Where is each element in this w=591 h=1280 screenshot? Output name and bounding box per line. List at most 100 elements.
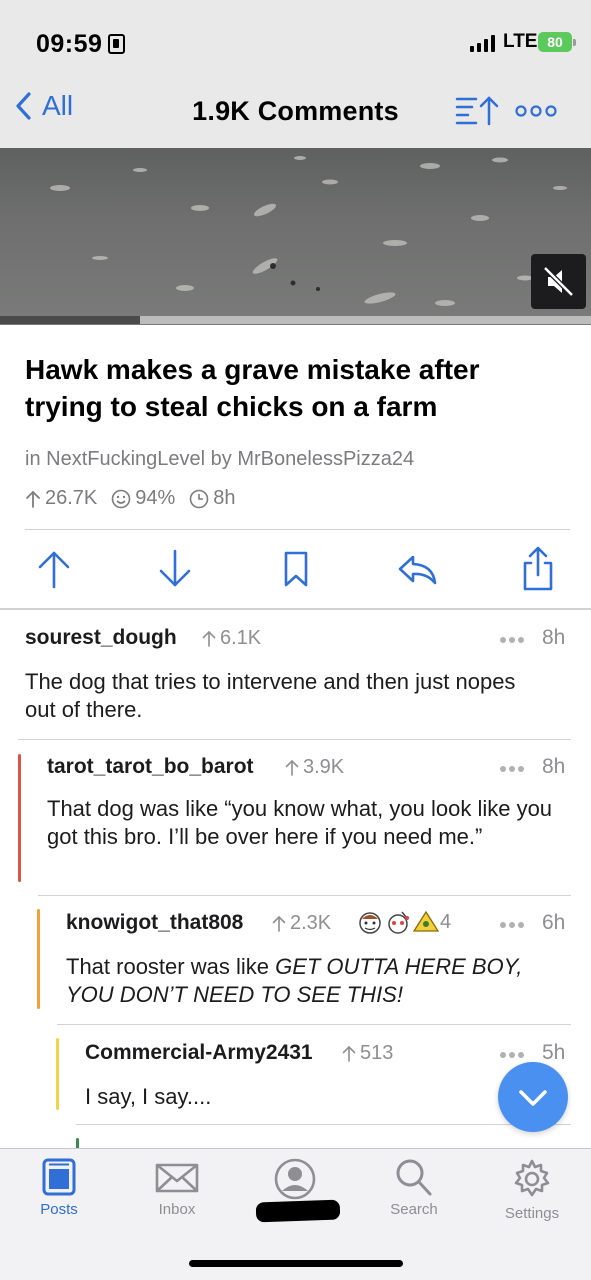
reply-button[interactable] bbox=[395, 545, 439, 593]
post-age: 8h bbox=[189, 487, 236, 510]
arrow-up-icon bbox=[202, 630, 216, 647]
video-progress-bar[interactable] bbox=[0, 316, 591, 324]
award-count: 4 bbox=[440, 910, 452, 933]
comment-body: I say, I say.... bbox=[85, 1084, 212, 1109]
comment-body-prefix: That rooster was like bbox=[66, 954, 276, 979]
post-ratio: 94% bbox=[111, 487, 175, 510]
thread-depth-bar bbox=[37, 909, 40, 1009]
comment[interactable]: tarot_tarot_bo_barot 3.9K 8h That dog wa… bbox=[47, 755, 571, 885]
comment-header: sourest_dough 6.1K 8h bbox=[25, 626, 571, 656]
comment-body: That dog was like “you know what, you lo… bbox=[47, 796, 553, 849]
smiley-icon bbox=[111, 489, 131, 508]
share-button[interactable] bbox=[516, 545, 560, 593]
video-player[interactable] bbox=[0, 148, 591, 325]
meta-by-label: by bbox=[210, 448, 232, 470]
tab-posts-label: Posts bbox=[40, 1201, 78, 1218]
comment-time: 6h bbox=[542, 911, 566, 934]
redaction-mark bbox=[255, 1199, 341, 1223]
arrow-up-icon bbox=[342, 1045, 356, 1062]
subreddit-link[interactable]: NextFuckingLevel bbox=[46, 448, 205, 470]
tab-profile[interactable] bbox=[245, 1157, 345, 1205]
awards[interactable]: 4 bbox=[356, 909, 451, 935]
gear-icon bbox=[514, 1159, 550, 1197]
tab-inbox[interactable]: Inbox bbox=[127, 1157, 227, 1218]
comment[interactable]: knowigot_that808 2.3K 4 6h That rooster … bbox=[66, 911, 571, 1011]
more-options-icon[interactable] bbox=[515, 104, 557, 118]
award-icon bbox=[388, 911, 409, 934]
post-ratio-value: 94% bbox=[135, 487, 176, 509]
battery-level: 80 bbox=[547, 34, 563, 50]
post-age-value: 8h bbox=[213, 487, 236, 509]
comment-author[interactable]: tarot_tarot_bo_barot bbox=[47, 755, 254, 779]
comment-more-icon[interactable] bbox=[499, 765, 525, 773]
downvote-button[interactable] bbox=[153, 545, 197, 593]
tab-inbox-label: Inbox bbox=[158, 1201, 196, 1218]
status-time: 09:59 bbox=[36, 30, 126, 59]
comment-more-icon[interactable] bbox=[499, 1051, 525, 1059]
tab-search[interactable]: Search bbox=[364, 1157, 464, 1218]
comment-divider bbox=[76, 1124, 571, 1125]
comment-author[interactable]: sourest_dough bbox=[25, 626, 177, 650]
comment-score: 513 bbox=[342, 1042, 393, 1065]
comment[interactable]: sourest_dough 6.1K 8h The dog that tries… bbox=[25, 626, 571, 726]
divider bbox=[25, 529, 570, 530]
award-icon bbox=[359, 912, 381, 934]
divider bbox=[0, 608, 591, 610]
video-progress-fill bbox=[0, 316, 141, 324]
chevron-down-icon bbox=[519, 1090, 547, 1106]
home-indicator bbox=[189, 1260, 403, 1267]
arrow-up-icon bbox=[285, 759, 299, 776]
clock-icon bbox=[189, 489, 209, 508]
comment-score-value: 513 bbox=[360, 1042, 394, 1064]
tab-settings[interactable]: Settings bbox=[482, 1157, 582, 1222]
page-title: 1.9K Comments bbox=[192, 96, 399, 126]
comment-score: 3.9K bbox=[285, 756, 344, 779]
id-badge-icon bbox=[108, 34, 126, 54]
post-meta: in NextFuckingLevel by MrBonelessPizza24 bbox=[25, 448, 414, 471]
author-link[interactable]: MrBonelessPizza24 bbox=[237, 448, 414, 470]
post-actions bbox=[0, 545, 591, 595]
save-button[interactable] bbox=[274, 545, 318, 593]
arrow-up-icon bbox=[272, 915, 286, 932]
post-stats: 26.7K 94% 8h bbox=[25, 487, 250, 510]
navigation-bar: All 1.9K Comments bbox=[0, 88, 591, 136]
comment-header: tarot_tarot_bo_barot 3.9K 8h bbox=[47, 755, 571, 785]
comment-divider bbox=[57, 1024, 571, 1025]
comment-score: 6.1K bbox=[202, 627, 261, 650]
network-label: LTE bbox=[503, 31, 538, 52]
comment-body: The dog that tries to intervene and then… bbox=[25, 669, 516, 722]
comment-divider bbox=[18, 739, 571, 740]
search-icon bbox=[396, 1159, 432, 1196]
mail-icon bbox=[155, 1163, 199, 1193]
comment-header: knowigot_that808 2.3K 4 6h bbox=[66, 911, 571, 941]
post-score: 26.7K bbox=[25, 487, 97, 510]
profile-icon bbox=[274, 1158, 316, 1200]
post-score-value: 26.7K bbox=[45, 487, 98, 509]
comment-time: 8h bbox=[542, 626, 566, 649]
mute-button[interactable] bbox=[531, 254, 586, 309]
comment-author[interactable]: knowigot_that808 bbox=[66, 911, 243, 935]
next-comment-button[interactable] bbox=[498, 1062, 568, 1132]
comment-score-value: 6.1K bbox=[220, 627, 262, 649]
header-area: 09:59 LTE 80 All 1.9K Comments bbox=[0, 0, 591, 148]
status-time-text: 09:59 bbox=[36, 30, 103, 58]
signal-icon bbox=[470, 34, 495, 52]
posts-icon bbox=[42, 1158, 76, 1196]
upvote-button[interactable] bbox=[32, 545, 76, 593]
comment-more-icon[interactable] bbox=[499, 636, 525, 644]
comment-author[interactable]: Commercial-Army2431 bbox=[85, 1041, 313, 1065]
tab-search-label: Search bbox=[390, 1201, 438, 1218]
comment-score-value: 3.9K bbox=[303, 756, 345, 778]
sort-icon[interactable] bbox=[454, 94, 502, 126]
comment-score: 2.3K bbox=[272, 912, 331, 935]
thread-depth-bar bbox=[56, 1038, 59, 1110]
video-frame bbox=[50, 156, 567, 306]
status-bar: 09:59 LTE 80 bbox=[0, 28, 591, 62]
comment-score-value: 2.3K bbox=[290, 912, 332, 934]
comment-time: 8h bbox=[542, 755, 566, 778]
meta-in-label: in bbox=[25, 448, 41, 470]
tab-posts[interactable]: Posts bbox=[9, 1157, 109, 1218]
speaker-muted-icon bbox=[543, 266, 574, 297]
comment-more-icon[interactable] bbox=[499, 921, 525, 929]
tab-settings-label: Settings bbox=[504, 1205, 560, 1222]
